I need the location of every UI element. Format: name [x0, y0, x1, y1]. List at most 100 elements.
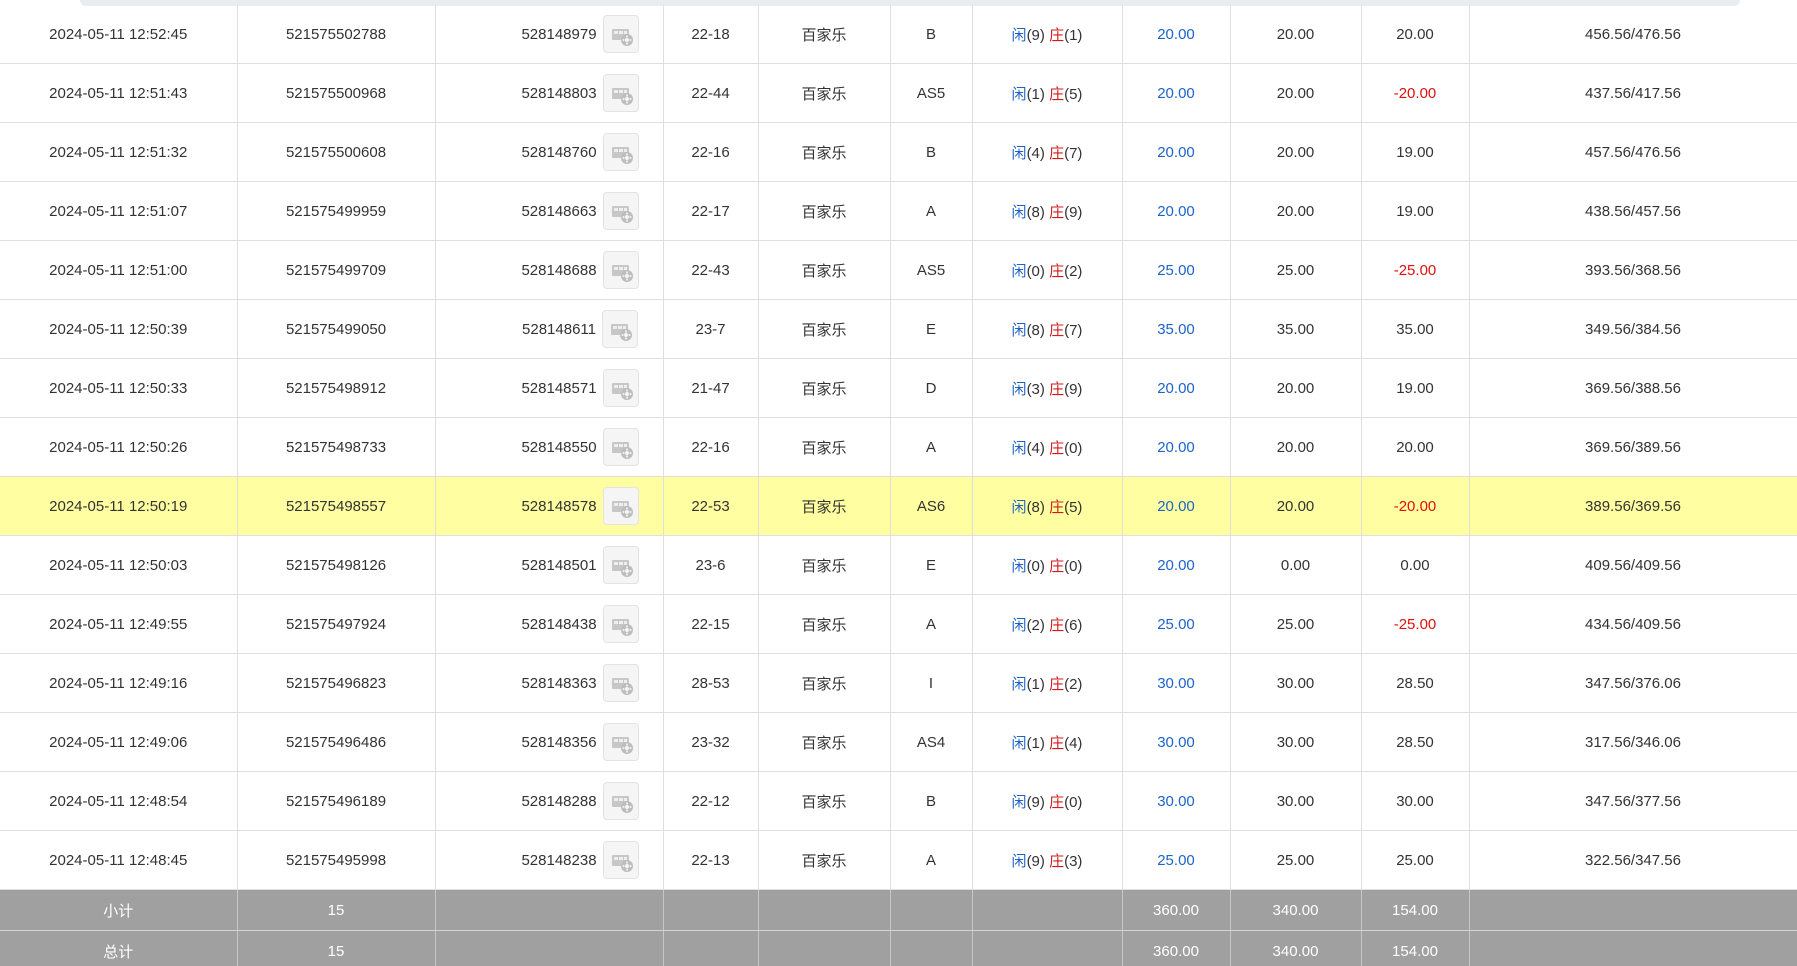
- payout-cell: 19.00: [1361, 122, 1470, 182]
- bet-amount-cell: 20.00: [1122, 476, 1231, 536]
- round-id-wrap: 528148238: [521, 841, 639, 879]
- valid-bet-cell: 25.00: [1230, 594, 1362, 654]
- banker-points: (7): [1064, 144, 1083, 162]
- banker-label: 庄: [1049, 380, 1065, 398]
- table-code-cell: AS6: [890, 476, 973, 536]
- video-replay-icon[interactable]: [602, 251, 639, 289]
- video-replay-icon[interactable]: [602, 605, 639, 643]
- bet-id-cell: 521575496189: [237, 771, 436, 831]
- round-id-wrap: 528148663: [521, 192, 639, 230]
- game-name-cell: 百家乐: [758, 535, 891, 595]
- player-points: (9): [1026, 793, 1045, 811]
- round-id-text: 528148238: [521, 851, 597, 869]
- table-row: 2024-05-11 12:51:00 521575499709 5281486…: [0, 240, 1797, 300]
- table-row: 2024-05-11 12:49:06 521575496486 5281483…: [0, 712, 1797, 772]
- player-label: 闲: [1011, 203, 1027, 221]
- video-replay-icon[interactable]: [602, 15, 639, 53]
- payout-cell: -25.00: [1361, 594, 1470, 654]
- video-replay-icon[interactable]: [602, 428, 639, 466]
- banker-points: (7): [1064, 321, 1083, 339]
- video-replay-icon[interactable]: [602, 723, 639, 761]
- round-id-text: 528148363: [521, 674, 597, 692]
- summary-valid-bet-cell: 340.00: [1230, 930, 1362, 966]
- banker-points: (6): [1064, 616, 1083, 634]
- table-shoe-cell: 22-17: [663, 181, 759, 241]
- video-replay-icon[interactable]: [602, 133, 639, 171]
- bet-time-cell: 2024-05-11 12:48:54: [0, 771, 238, 831]
- bet-id-cell: 521575497924: [237, 594, 436, 654]
- summary-empty-cell: [1469, 889, 1797, 931]
- bet-id-cell: 521575498126: [237, 535, 436, 595]
- bet-time-cell: 2024-05-11 12:51:32: [0, 122, 238, 182]
- summary-empty-cell: [435, 930, 664, 966]
- round-id-cell: 528148688: [435, 240, 664, 300]
- result-cell: 闲(8) 庄(7): [972, 299, 1123, 359]
- banker-points: (9): [1064, 203, 1083, 221]
- video-replay-icon[interactable]: [602, 841, 639, 879]
- table-code-cell: A: [890, 594, 973, 654]
- film-reel-icon: [611, 678, 633, 695]
- bet-id-cell: 521575496823: [237, 653, 436, 713]
- video-replay-icon[interactable]: [602, 192, 639, 230]
- table-row: 2024-05-11 12:51:43 521575500968 5281488…: [0, 63, 1797, 123]
- records-body: 2024-05-11 12:52:45 521575502788 5281489…: [0, 5, 1797, 966]
- bet-records-table: 2024-05-11 12:52:45 521575502788 5281489…: [0, 5, 1797, 966]
- video-replay-icon[interactable]: [601, 310, 638, 348]
- payout-cell: -20.00: [1361, 476, 1470, 536]
- banker-points: (5): [1064, 498, 1083, 516]
- round-id-cell: 528148501: [435, 535, 664, 595]
- bet-id-cell: 521575499959: [237, 181, 436, 241]
- bet-amount-cell: 30.00: [1122, 771, 1231, 831]
- video-replay-icon[interactable]: [602, 487, 639, 525]
- summary-empty-cell: [1469, 930, 1797, 966]
- bet-id-cell: 521575498733: [237, 417, 436, 477]
- balance-cell: 369.56/388.56: [1469, 358, 1797, 418]
- table-shoe-cell: 22-43: [663, 240, 759, 300]
- video-replay-icon[interactable]: [602, 546, 639, 584]
- summary-payout-cell: 154.00: [1361, 889, 1470, 931]
- bet-amount-cell: 25.00: [1122, 594, 1231, 654]
- banker-label: 庄: [1049, 616, 1065, 634]
- balance-cell: 349.56/384.56: [1469, 299, 1797, 359]
- bet-amount-cell: 30.00: [1122, 653, 1231, 713]
- player-points: (2): [1026, 616, 1045, 634]
- round-id-cell: 528148611: [435, 299, 664, 359]
- bet-amount-cell: 20.00: [1122, 535, 1231, 595]
- valid-bet-cell: 0.00: [1230, 535, 1362, 595]
- game-name-cell: 百家乐: [758, 299, 891, 359]
- bet-records-page: 2024-05-11 12:52:45 521575502788 5281489…: [0, 0, 1797, 966]
- payout-cell: -20.00: [1361, 63, 1470, 123]
- video-replay-icon[interactable]: [602, 782, 639, 820]
- table-code-cell: B: [890, 5, 973, 64]
- video-replay-icon[interactable]: [602, 74, 639, 112]
- bet-time-cell: 2024-05-11 12:50:33: [0, 358, 238, 418]
- round-id-text: 528148550: [521, 438, 597, 456]
- bet-amount-cell: 20.00: [1122, 122, 1231, 182]
- player-label: 闲: [1011, 734, 1027, 752]
- video-replay-icon[interactable]: [602, 369, 639, 407]
- table-row: 2024-05-11 12:48:45 521575495998 5281482…: [0, 830, 1797, 890]
- payout-cell: 19.00: [1361, 181, 1470, 241]
- bet-time-cell: 2024-05-11 12:52:45: [0, 5, 238, 64]
- valid-bet-cell: 25.00: [1230, 240, 1362, 300]
- bet-time-cell: 2024-05-11 12:50:39: [0, 299, 238, 359]
- table-shoe-cell: 22-44: [663, 63, 759, 123]
- table-code-cell: B: [890, 122, 973, 182]
- game-name-cell: 百家乐: [758, 240, 891, 300]
- bet-time-cell: 2024-05-11 12:50:26: [0, 417, 238, 477]
- payout-cell: 35.00: [1361, 299, 1470, 359]
- table-row: 2024-05-11 12:51:07 521575499959 5281486…: [0, 181, 1797, 241]
- player-label: 闲: [1011, 380, 1027, 398]
- round-id-wrap: 528148578: [521, 487, 639, 525]
- table-row: 2024-05-11 12:50:19 521575498557 5281485…: [0, 476, 1797, 536]
- balance-cell: 369.56/389.56: [1469, 417, 1797, 477]
- result-cell: 闲(8) 庄(9): [972, 181, 1123, 241]
- player-points: (4): [1026, 439, 1045, 457]
- valid-bet-cell: 25.00: [1230, 830, 1362, 890]
- result-cell: 闲(1) 庄(2): [972, 653, 1123, 713]
- game-name-cell: 百家乐: [758, 712, 891, 772]
- video-replay-icon[interactable]: [602, 664, 639, 702]
- result-cell: 闲(4) 庄(7): [972, 122, 1123, 182]
- bet-id-cell: 521575496486: [237, 712, 436, 772]
- banker-label: 庄: [1049, 852, 1065, 870]
